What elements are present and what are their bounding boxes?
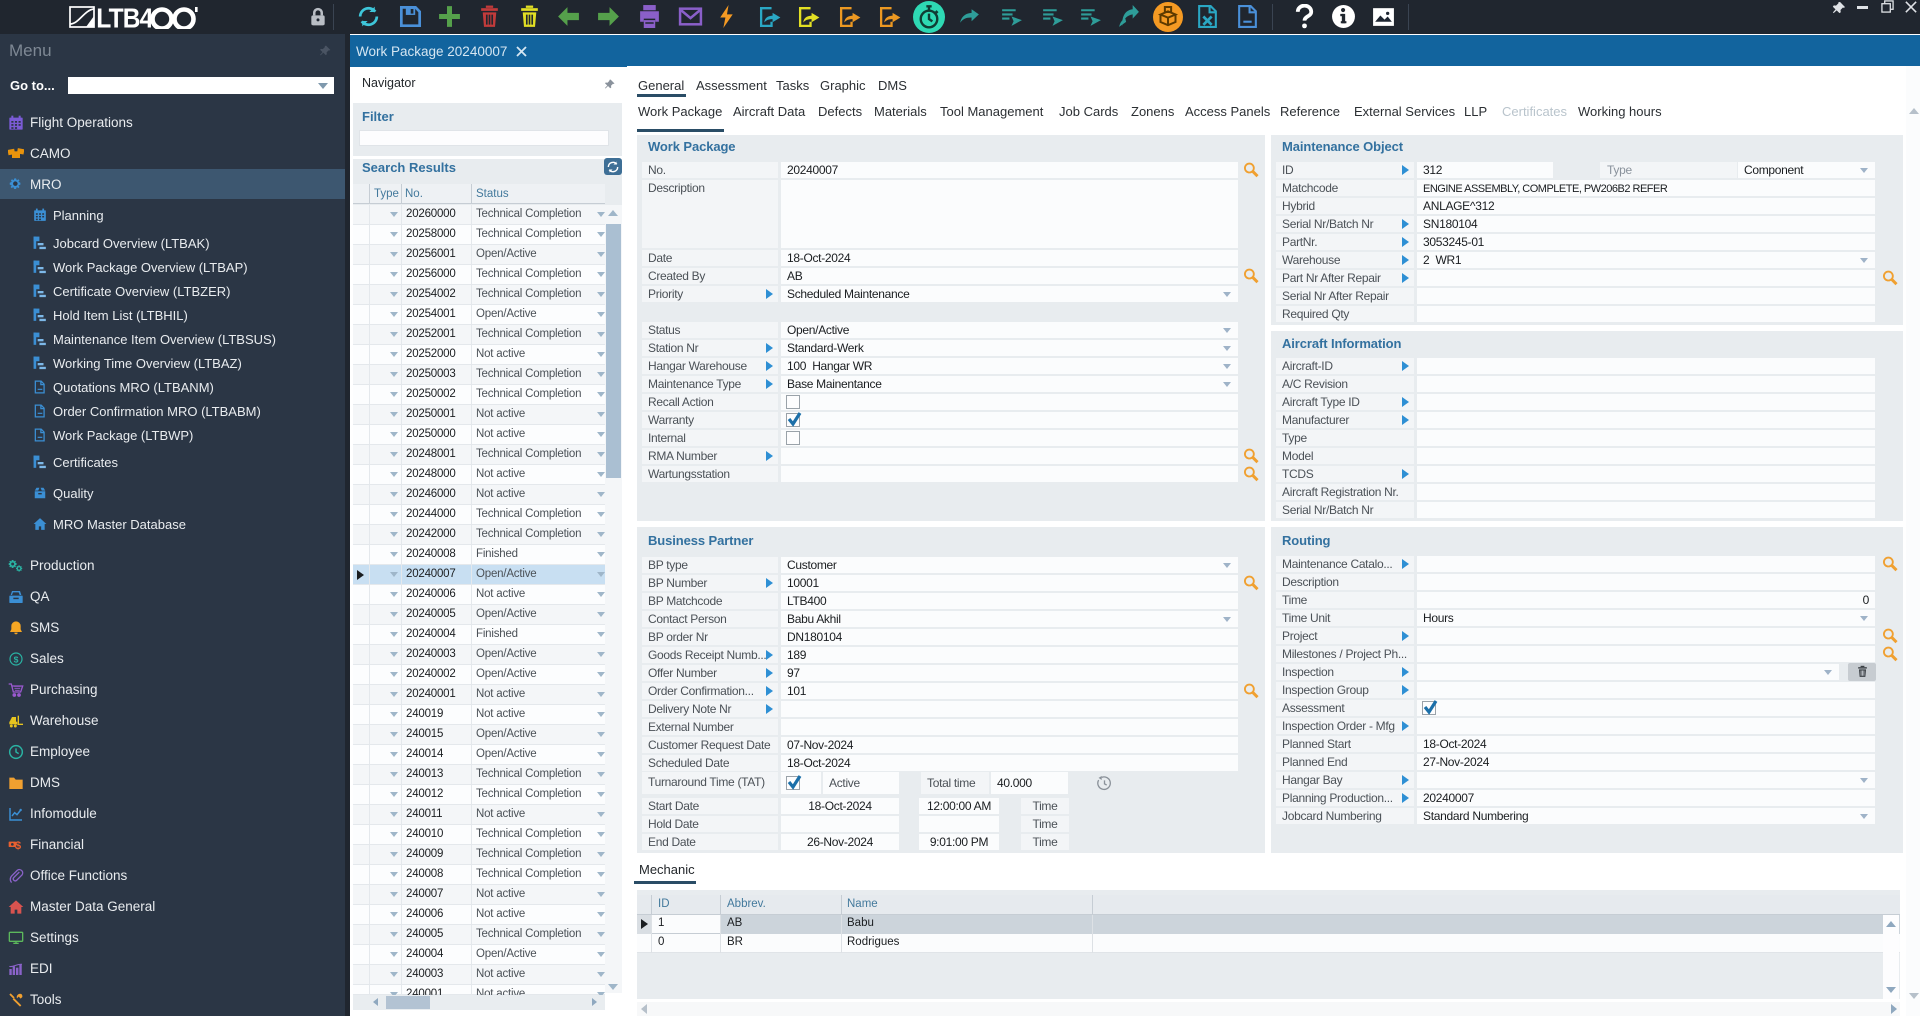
- svg-text:LTB4: LTB4: [96, 5, 153, 29]
- svg-text:$: $: [14, 654, 19, 664]
- svg-text:$: $: [15, 840, 22, 852]
